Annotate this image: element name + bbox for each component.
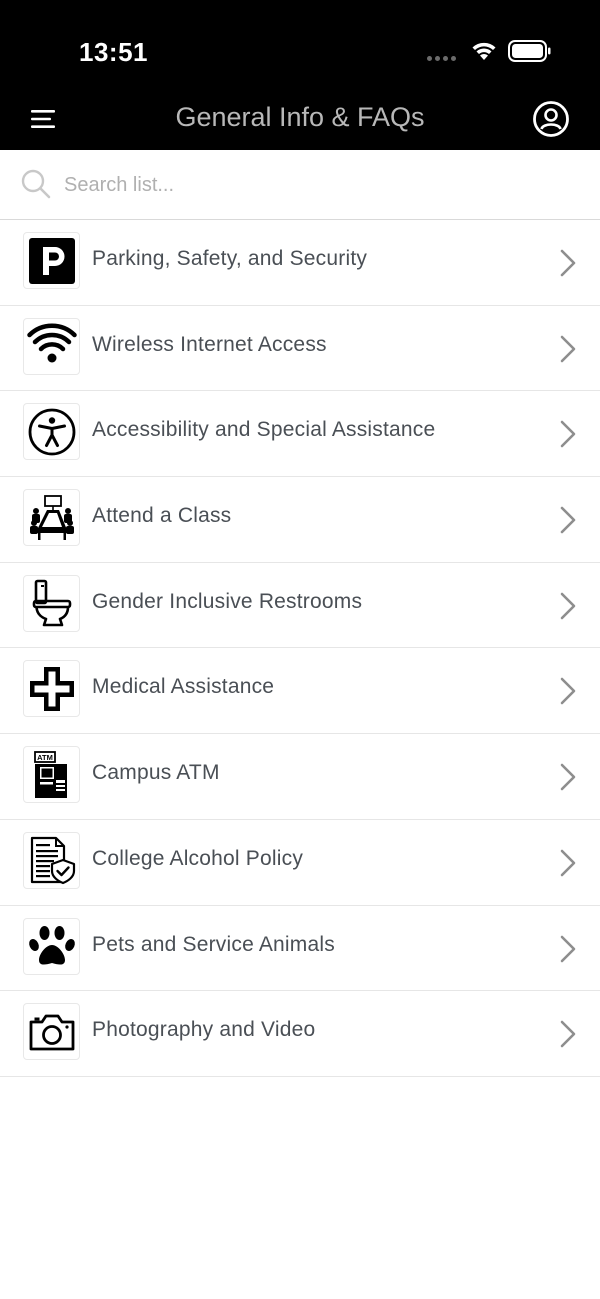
policy-document-icon (23, 831, 80, 889)
list-item-label: Wireless Internet Access (92, 332, 327, 356)
list-item-accessibility[interactable]: Accessibility and Special Assistance (0, 391, 600, 478)
chevron-right-icon (560, 421, 576, 448)
chevron-right-icon (560, 335, 576, 362)
list-item-label: Parking, Safety, and Security (92, 247, 368, 270)
navigation-bar: General Info & FAQs (0, 86, 600, 150)
battery-icon (508, 40, 551, 62)
faq-list: Parking, Safety, and Security Wireless I… (0, 220, 600, 1077)
list-item-label: Photography and Video (92, 1018, 316, 1042)
wifi-status-icon (472, 42, 496, 60)
chevron-right-icon (560, 678, 576, 705)
wifi-icon (23, 317, 80, 375)
list-item-label: Accessibility and Special Assistance (92, 418, 436, 442)
medical-cross-icon (23, 660, 80, 718)
list-item-label: Medical Assistance (92, 675, 275, 699)
list-item-attend-class[interactable]: Attend a Class (0, 477, 600, 563)
chevron-right-icon (560, 849, 576, 877)
toilet-icon (23, 574, 80, 632)
search-input[interactable] (64, 167, 564, 203)
atm-sign-text: ATM (37, 753, 53, 762)
user-profile-icon (533, 101, 569, 137)
list-item-pets[interactable]: Pets and Service Animals (0, 906, 600, 992)
classroom-icon (23, 489, 80, 547)
camera-icon (23, 1003, 80, 1061)
list-item-wifi[interactable]: Wireless Internet Access (0, 306, 600, 392)
status-time: 13:51 (79, 37, 148, 67)
cellular-signal-icon (427, 55, 456, 61)
list-item-label: Pets and Service Animals (92, 932, 335, 956)
accessibility-icon (23, 403, 80, 461)
list-item-parking[interactable]: Parking, Safety, and Security (0, 220, 600, 306)
list-item-alcohol-policy[interactable]: College Alcohol Policy (0, 820, 600, 906)
list-item-label: Attend a Class (92, 504, 232, 528)
status-indicators (427, 40, 552, 62)
paw-icon (23, 917, 80, 975)
list-item-restrooms[interactable]: Gender Inclusive Restrooms (0, 563, 600, 649)
chevron-right-icon (560, 592, 576, 620)
status-bar: 13:51 (0, 0, 600, 86)
chevron-right-icon (560, 1020, 576, 1048)
page-title: General Info & FAQs (175, 102, 425, 132)
list-item-medical[interactable]: Medical Assistance (0, 648, 600, 735)
list-item-photography[interactable]: Photography and Video (0, 991, 600, 1077)
parking-icon (23, 232, 80, 289)
profile-button[interactable] (532, 100, 570, 138)
chevron-right-icon (560, 935, 576, 962)
atm-icon: ATM (23, 746, 80, 804)
list-item-atm[interactable]: ATM Campus ATM (0, 734, 600, 820)
search-bar (0, 150, 600, 220)
chevron-right-icon (560, 763, 576, 791)
chevron-right-icon (560, 249, 576, 277)
list-item-label: Campus ATM (92, 761, 220, 785)
search-icon (21, 169, 51, 199)
list-item-label: Gender Inclusive Restrooms (92, 589, 363, 613)
list-item-label: College Alcohol Policy (92, 846, 304, 870)
chevron-right-icon (560, 506, 576, 534)
